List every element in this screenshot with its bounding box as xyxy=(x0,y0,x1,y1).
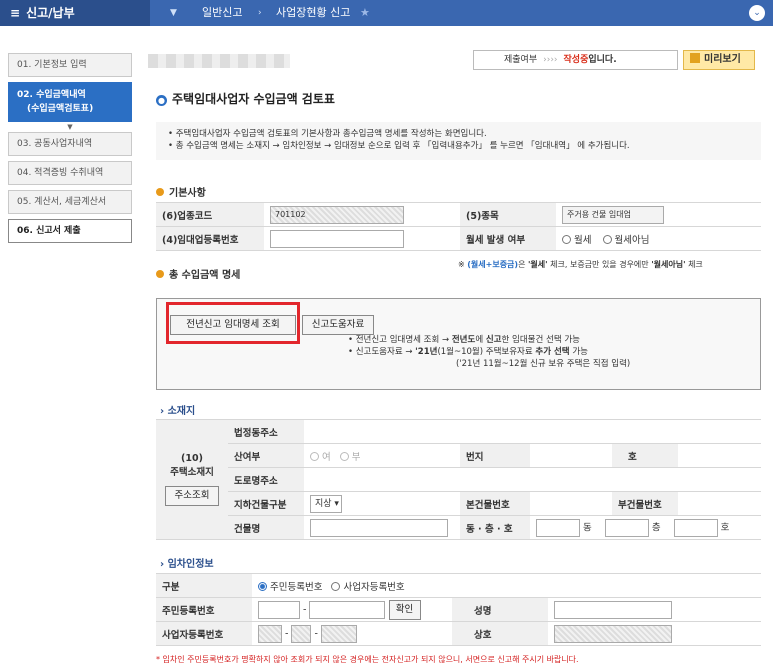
expand-circle-icon[interactable]: ⌄ xyxy=(749,5,765,21)
main-building-number xyxy=(530,491,612,516)
company-name-input[interactable] xyxy=(554,624,672,643)
section-basic: 기본사항 xyxy=(156,184,206,199)
road-address-value xyxy=(304,467,761,492)
submission-status: 제출여부 ›››› 작성중입니다. xyxy=(473,50,678,70)
rrn-back-input[interactable] xyxy=(309,600,386,619)
sidebar-item-basic-info[interactable]: 01. 기본정보 입력 xyxy=(8,53,132,77)
step-sidebar: 01. 기본정보 입력 02. 수입금액내역 (수입금액검토표) ▼ 03. 공동… xyxy=(8,53,132,248)
document-icon xyxy=(690,53,700,63)
not-monthly-rent-radio[interactable] xyxy=(602,234,612,244)
subsection-location: › 소재지 xyxy=(160,406,196,417)
lookup-guidance: • 전년신고 임대명세 조회 → 전년도에 신고한 임대물건 선택 가능 • 신… xyxy=(348,335,631,369)
rental-registration-input[interactable] xyxy=(270,229,404,248)
menu-title[interactable]: ≡ 신고/납부 xyxy=(0,0,150,26)
orange-dot-icon xyxy=(156,270,164,278)
step-down-arrow-icon: ▼ xyxy=(67,123,73,131)
chevron-down-icon[interactable]: ▼ xyxy=(170,0,177,26)
confirm-button[interactable]: 확인 xyxy=(388,599,421,620)
section-income: 총 수입금액 명세 xyxy=(156,266,240,281)
rrn-front-input[interactable] xyxy=(258,600,300,619)
description-box: • 주택임대사업자 수입금액 검토표의 기본사항과 총수입금액 명세를 작성하는… xyxy=(156,122,761,160)
sidebar-item-receipts[interactable]: 04. 적격증빙 수취내역 xyxy=(8,161,132,185)
business-type-field: 주거용 건물 임대업 xyxy=(562,205,664,224)
breadcrumb-general-report[interactable]: 일반신고 xyxy=(202,0,242,26)
sidebar-item-joint-business[interactable]: 03. 공동사업자내역 xyxy=(8,132,132,156)
monthly-rent-radio[interactable] xyxy=(562,234,571,244)
basic-info-table: (6)업종코드 701102 (5)종목 주거용 건물 임대업 (4)임대업등록… xyxy=(156,202,761,251)
star-icon[interactable]: ★ xyxy=(360,0,370,26)
location-table: (10) 주택소재지 주소조회 법정동주소 산여부 여 부 번지 호 도로명주소… xyxy=(156,419,761,540)
hamburger-icon[interactable]: ≡ xyxy=(10,6,20,20)
warning-note: * 임차인 주민등록번호가 명확하지 않아 조회가 되지 않은 경우에는 전자신… xyxy=(156,655,579,664)
subsection-tenant: › 임차인정보 xyxy=(160,559,214,570)
unit-input[interactable] xyxy=(673,518,718,537)
breadcrumb-separator-icon: › xyxy=(258,8,262,18)
brn-part2-input[interactable] xyxy=(291,624,312,643)
brn-part1-input[interactable] xyxy=(258,624,282,643)
rrn-radio[interactable] xyxy=(258,581,267,591)
rent-check-note: ※ (월세+보증금)은 '월세' 체크, 보증금만 있을 경우에만 '월세아님'… xyxy=(458,260,703,269)
report-help-data-button[interactable]: 신고도움자료 xyxy=(302,315,374,335)
top-navigation-bar: ≡ 신고/납부 ▼ 일반신고 › 사업장현황 신고 ★ ⌄ xyxy=(0,0,773,26)
lot-number-value xyxy=(530,443,612,468)
sidebar-item-income[interactable]: 02. 수입금액내역 (수입금액검토표) xyxy=(8,82,132,122)
preview-button[interactable]: 미리보기 xyxy=(683,50,755,70)
mountain-no-radio[interactable] xyxy=(339,451,349,461)
floor-input[interactable] xyxy=(604,518,649,537)
highlight-box xyxy=(166,302,300,344)
tenant-table: 구분 주민등록번호 사업자등록번호 주민등록번호 - 확인 성명 사업자등록번호… xyxy=(156,573,761,646)
underground-select[interactable]: 지상 ▾ xyxy=(310,494,342,513)
masked-user-info xyxy=(148,54,290,68)
brn-radio[interactable] xyxy=(331,581,341,591)
bullet-icon: ● xyxy=(156,95,167,106)
brn-part3-input[interactable] xyxy=(320,624,357,643)
address-lookup-button[interactable]: 주소조회 xyxy=(165,486,219,506)
page-title: ● 주택임대사업자 수입금액 검토표 xyxy=(156,92,335,106)
business-code-field: 701102 xyxy=(270,205,404,224)
breadcrumb-business-status[interactable]: 사업장현황 신고 xyxy=(276,0,350,26)
orange-dot-icon xyxy=(156,188,164,196)
sub-building-number xyxy=(678,491,761,516)
sidebar-item-invoices[interactable]: 05. 계산서, 세금계산서 xyxy=(8,190,132,214)
mountain-yes-radio[interactable] xyxy=(310,451,319,461)
legal-address-value xyxy=(304,419,761,444)
sidebar-item-submit[interactable]: 06. 신고서 제출 xyxy=(8,219,132,243)
building-name-input[interactable] xyxy=(310,518,448,537)
tenant-name-input[interactable] xyxy=(554,600,672,619)
dong-input[interactable] xyxy=(536,518,580,537)
lot-ho-value xyxy=(678,443,761,468)
